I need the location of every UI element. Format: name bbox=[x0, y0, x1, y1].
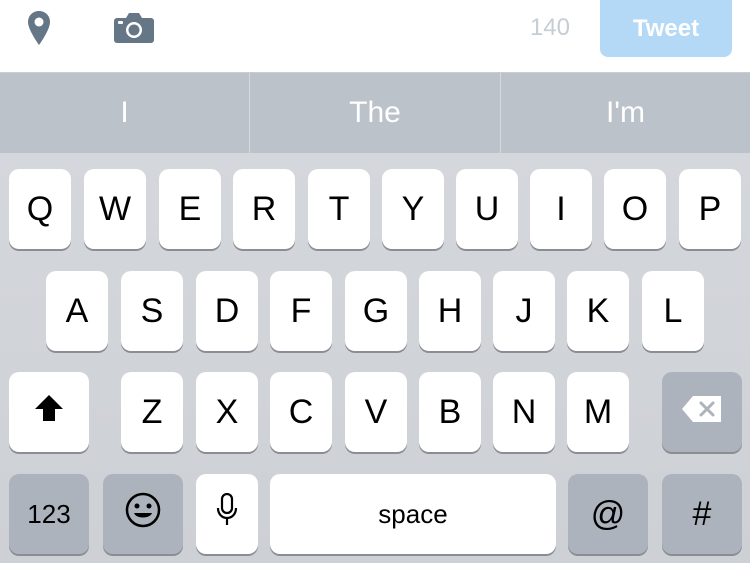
suggestion-bar: I The I'm bbox=[0, 73, 750, 153]
microphone-icon bbox=[216, 492, 238, 536]
key-z[interactable]: Z bbox=[121, 372, 183, 452]
space-key[interactable]: space bbox=[270, 474, 556, 554]
dictation-key[interactable] bbox=[196, 474, 258, 554]
key-r[interactable]: R bbox=[233, 169, 295, 249]
location-pin-icon[interactable] bbox=[26, 10, 52, 46]
key-m[interactable]: M bbox=[567, 372, 629, 452]
delete-backspace-icon bbox=[681, 393, 723, 432]
numbers-key[interactable]: 123 bbox=[9, 474, 89, 554]
key-c[interactable]: C bbox=[270, 372, 332, 452]
key-w[interactable]: W bbox=[84, 169, 146, 249]
key-q[interactable]: Q bbox=[9, 169, 71, 249]
key-f[interactable]: F bbox=[270, 271, 332, 351]
suggestion-item[interactable]: I'm bbox=[501, 73, 750, 153]
key-j[interactable]: J bbox=[493, 271, 555, 351]
key-x[interactable]: X bbox=[196, 372, 258, 452]
shift-key[interactable] bbox=[9, 372, 89, 452]
key-y[interactable]: Y bbox=[382, 169, 444, 249]
key-e[interactable]: E bbox=[159, 169, 221, 249]
suggestion-item[interactable]: The bbox=[250, 73, 500, 153]
shift-arrow-icon bbox=[33, 393, 65, 432]
key-d[interactable]: D bbox=[196, 271, 258, 351]
key-l[interactable]: L bbox=[642, 271, 704, 351]
compose-toolbar: 140 Tweet bbox=[0, 0, 750, 73]
key-a[interactable]: A bbox=[46, 271, 108, 351]
key-b[interactable]: B bbox=[419, 372, 481, 452]
key-s[interactable]: S bbox=[121, 271, 183, 351]
key-h[interactable]: H bbox=[419, 271, 481, 351]
key-u[interactable]: U bbox=[456, 169, 518, 249]
key-i[interactable]: I bbox=[530, 169, 592, 249]
emoji-icon bbox=[124, 491, 162, 538]
at-key[interactable]: @ bbox=[568, 474, 648, 554]
tweet-button[interactable]: Tweet bbox=[600, 0, 732, 57]
key-g[interactable]: G bbox=[345, 271, 407, 351]
character-counter: 140 bbox=[529, 14, 570, 41]
suggestion-item[interactable]: I bbox=[0, 73, 249, 153]
delete-key[interactable] bbox=[662, 372, 742, 452]
camera-icon[interactable] bbox=[113, 12, 155, 44]
key-n[interactable]: N bbox=[493, 372, 555, 452]
emoji-key[interactable] bbox=[103, 474, 183, 554]
key-k[interactable]: K bbox=[567, 271, 629, 351]
key-v[interactable]: V bbox=[345, 372, 407, 452]
hash-key[interactable]: # bbox=[662, 474, 742, 554]
key-o[interactable]: O bbox=[604, 169, 666, 249]
keyboard: Q W E R T Y U I O P A S D F G H J K L Z … bbox=[0, 153, 750, 563]
key-t[interactable]: T bbox=[308, 169, 370, 249]
key-p[interactable]: P bbox=[679, 169, 741, 249]
